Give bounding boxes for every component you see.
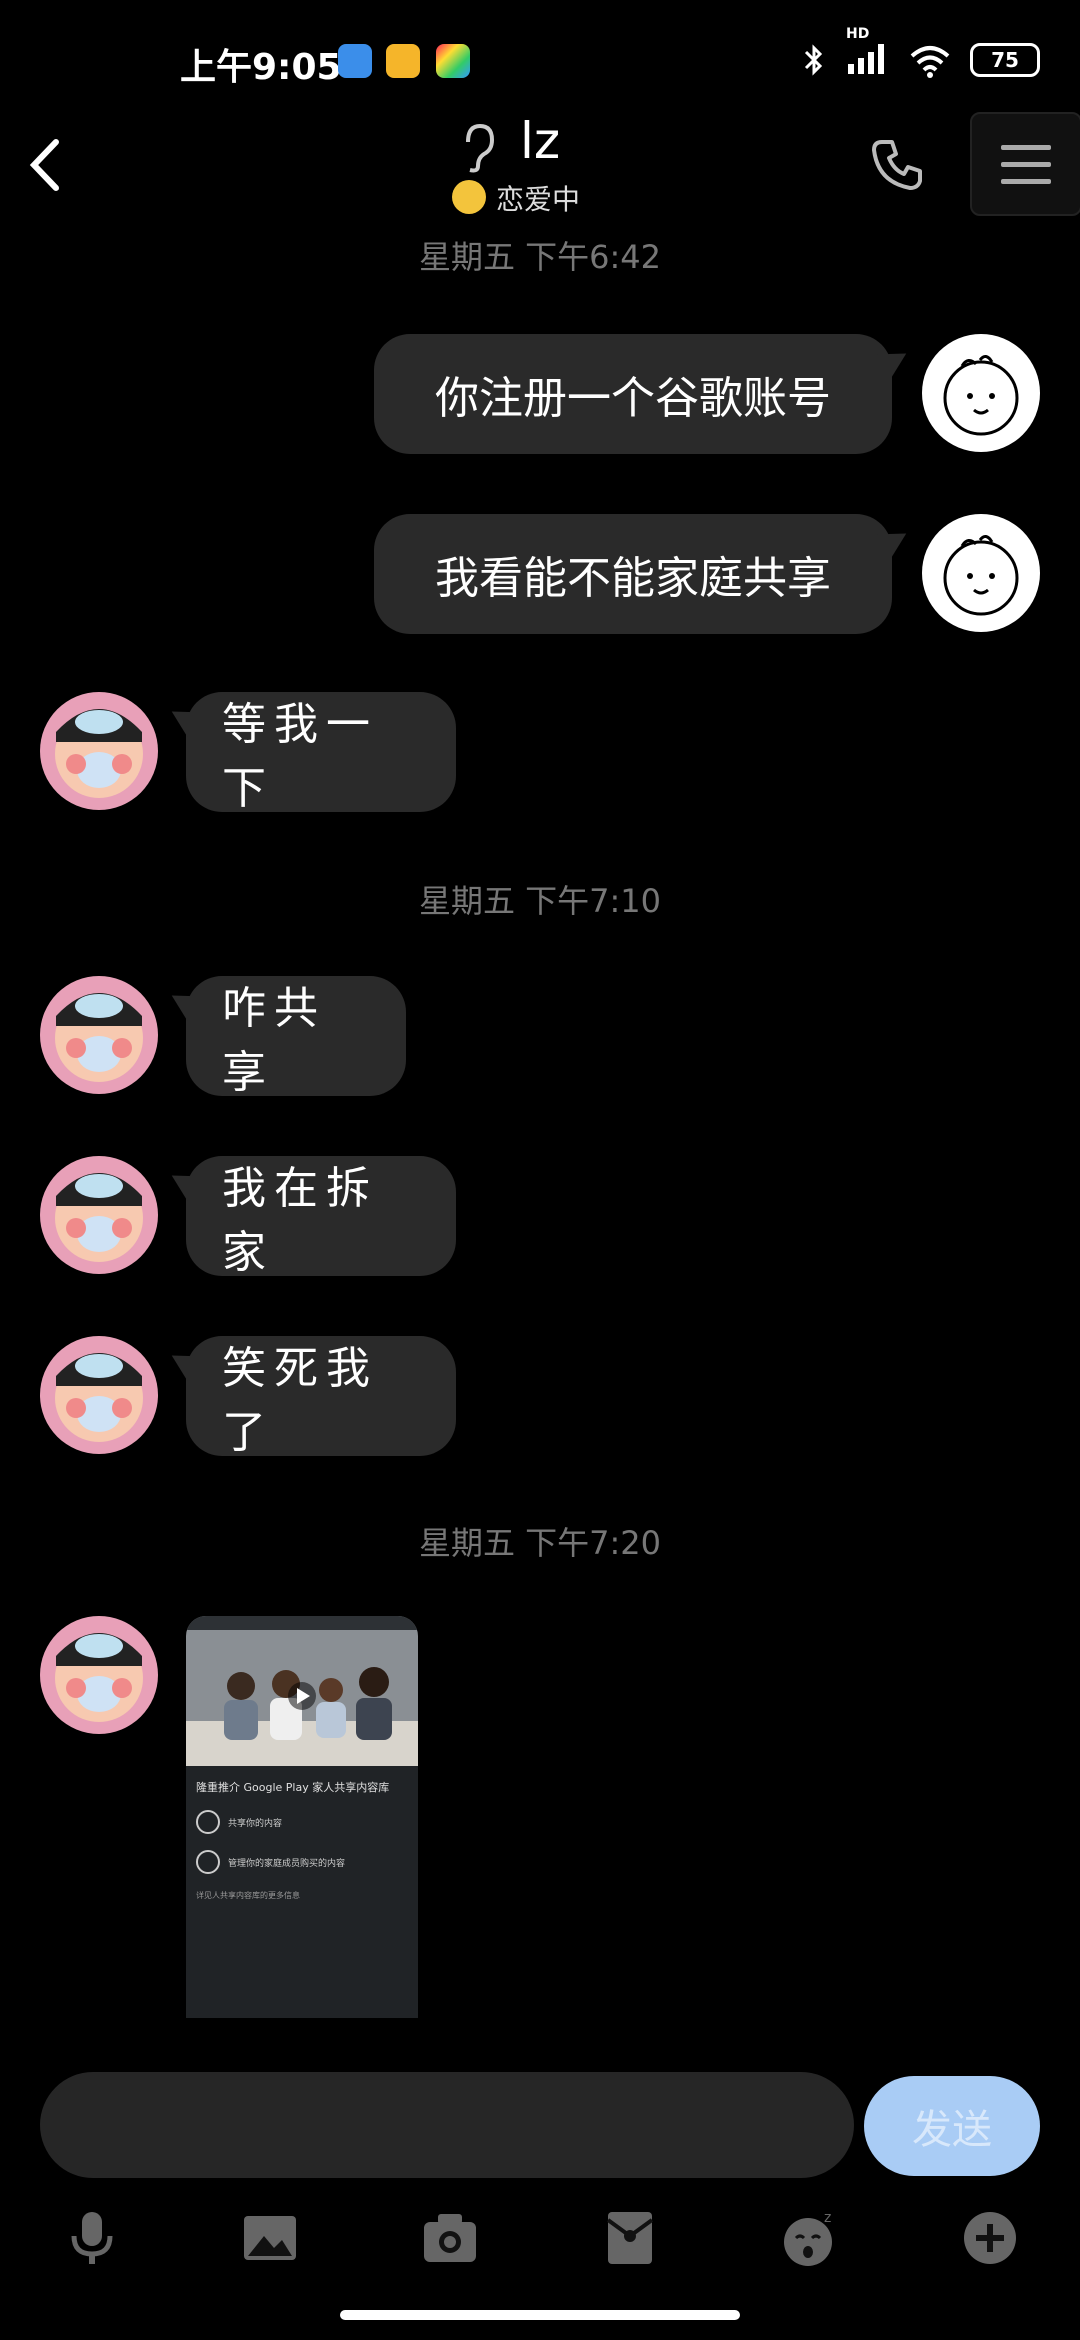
- message-text: 你注册一个谷歌账号: [435, 373, 831, 424]
- add-icon[interactable]: [958, 2206, 1022, 2270]
- message-text: 等我一下: [222, 699, 378, 814]
- bluetooth-icon: [804, 44, 823, 76]
- avatar-contact[interactable]: [40, 1336, 158, 1454]
- image-message[interactable]: 隆重推介 Google Play 家人共享内容库 共享你的内容 管理你的家庭成员…: [186, 1616, 418, 2018]
- phone-icon[interactable]: [870, 136, 926, 192]
- status-time: 上午9:05: [180, 47, 342, 88]
- chat-status: 恋爱中: [496, 183, 581, 216]
- image-heading: 隆重推介 Google Play 家人共享内容库: [196, 1781, 390, 1794]
- message-text: 咋共享: [222, 983, 326, 1098]
- ear-icon[interactable]: [458, 122, 498, 174]
- timestamp: 星期五 下午6:42: [418, 238, 662, 276]
- wifi-icon: [910, 46, 950, 78]
- message-bubble-outgoing[interactable]: 我看能不能家庭共享: [374, 514, 914, 634]
- back-icon[interactable]: [20, 130, 70, 200]
- home-indicator[interactable]: [340, 2310, 740, 2320]
- emoji-icon[interactable]: z: [778, 2206, 842, 2270]
- status-emoji-icon: [452, 180, 486, 214]
- signal-icon: HD: [846, 26, 890, 80]
- mic-icon[interactable]: [60, 2206, 124, 2270]
- message-bubble-incoming[interactable]: 咋共享: [164, 976, 406, 1098]
- chat-title[interactable]: lz: [520, 112, 560, 170]
- share-content-icon: [196, 1810, 220, 1834]
- message-bubble-incoming[interactable]: 笑死我了: [164, 1336, 456, 1458]
- avatar-contact[interactable]: [40, 1616, 158, 1734]
- mail-app-icon: [338, 44, 372, 78]
- avatar-contact[interactable]: [40, 1156, 158, 1274]
- red-packet-icon[interactable]: [598, 2206, 662, 2270]
- image-item-text: 共享你的内容: [228, 1818, 283, 1829]
- status-icons: HD 75: [800, 26, 1040, 80]
- message-text: 笑死我了: [222, 1343, 378, 1458]
- svg-text:z: z: [824, 2210, 831, 2226]
- avatar-self[interactable]: [922, 334, 1040, 452]
- image-icon[interactable]: [238, 2206, 302, 2270]
- avatar-contact[interactable]: [40, 976, 158, 1094]
- message-text: 我在拆家: [222, 1163, 378, 1278]
- message-text: 我看能不能家庭共享: [435, 553, 831, 604]
- send-button[interactable]: 发送: [864, 2076, 1040, 2176]
- timestamp: 星期五 下午7:20: [418, 1524, 662, 1562]
- game-app-icon: [436, 44, 470, 78]
- message-bubble-incoming[interactable]: 我在拆家: [164, 1156, 456, 1278]
- message-bubble-outgoing[interactable]: 你注册一个谷歌账号: [374, 334, 914, 454]
- message-input[interactable]: [40, 2072, 854, 2178]
- avatar-self[interactable]: [922, 514, 1040, 632]
- family-photo: [186, 1616, 418, 1766]
- image-footer-text: 详见人共享内容库的更多信息: [196, 1891, 300, 1900]
- manage-content-icon: [196, 1850, 220, 1874]
- network-label: HD: [846, 26, 870, 42]
- menu-button[interactable]: [970, 112, 1080, 216]
- camera-icon[interactable]: [418, 2206, 482, 2270]
- timestamp: 星期五 下午7:10: [418, 882, 662, 920]
- battery-indicator: 75: [970, 43, 1040, 77]
- image-item-text: 管理你的家庭成员购买的内容: [228, 1858, 346, 1869]
- message-bubble-incoming[interactable]: 等我一下: [164, 692, 456, 814]
- avatar-contact[interactable]: [40, 692, 158, 810]
- message-app-icon: [386, 44, 420, 78]
